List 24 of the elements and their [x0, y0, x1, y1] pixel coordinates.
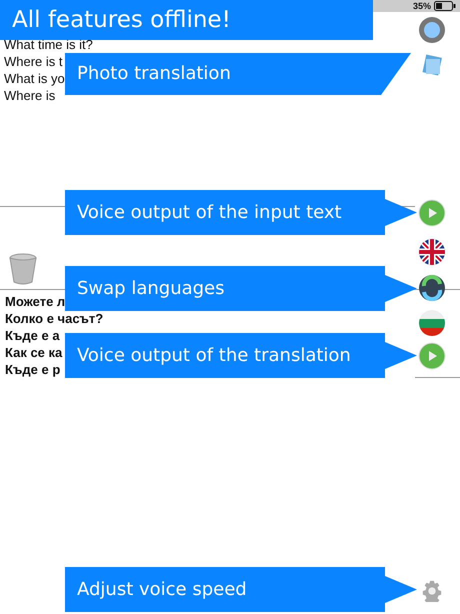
translation-text-line: Можете л	[5, 293, 66, 310]
input-text-line: Where is	[4, 87, 56, 104]
trash-icon[interactable]	[8, 252, 38, 286]
callout: Swap languages	[65, 266, 417, 311]
camera-icon[interactable]	[418, 16, 446, 44]
battery-icon	[434, 1, 456, 11]
callout: Voice output of the input text	[65, 190, 417, 235]
bulgaria-flag-icon[interactable]	[418, 309, 446, 337]
callout: Voice output of the translation	[65, 333, 417, 378]
callout: Adjust voice speed	[65, 567, 417, 612]
translation-text-line: Къде е а	[5, 327, 60, 344]
headline-banner: All features offline!	[0, 0, 373, 40]
input-text-line: What is yo	[4, 70, 65, 87]
battery-level: 35%	[412, 1, 431, 11]
translation-text-line: Колко е часът?	[5, 310, 104, 327]
play-icon[interactable]	[418, 342, 446, 370]
play-icon[interactable]	[418, 199, 446, 227]
swap-icon[interactable]	[418, 274, 446, 302]
uk-flag-icon[interactable]	[418, 238, 446, 266]
callout: Photo translation	[65, 53, 411, 95]
translation-text-line: Как се ка	[5, 344, 62, 361]
settings-icon[interactable]	[421, 580, 443, 602]
input-text-line: Where is t	[4, 53, 63, 70]
translation-text-line: Къде е р	[5, 361, 60, 378]
